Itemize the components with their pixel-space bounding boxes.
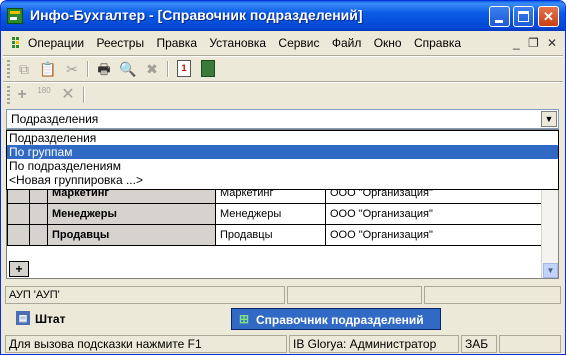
status-mode: ЗАБ — [461, 335, 497, 353]
main-toolbar: ⧉ 📋 ✂ 🖶 🔍 ✖ 1 — [3, 57, 563, 81]
remove-icon[interactable]: ✕ — [59, 86, 77, 104]
cut-icon[interactable]: ✂ — [63, 60, 81, 78]
menu-setup[interactable]: Установка — [209, 36, 266, 50]
table-row[interactable]: Продавцы Продавцы ООО "Организация" — [7, 224, 551, 246]
app-icon[interactable] — [7, 8, 23, 24]
info-current: АУП 'АУП' — [5, 286, 285, 304]
menu-window[interactable]: Окно — [374, 36, 402, 50]
department-organization[interactable]: ООО "Организация" — [325, 224, 551, 246]
info-bar: АУП 'АУП' — [3, 286, 563, 304]
status-user: IB Glorya: Администратор — [289, 335, 459, 353]
status-empty — [499, 335, 561, 353]
toolbar-separator — [87, 61, 89, 77]
menu-help[interactable]: Справка — [414, 36, 461, 50]
status-hint: Для вызова подсказки нажмите F1 — [5, 335, 287, 353]
toolbar-separator — [83, 87, 85, 103]
row-indicator — [29, 224, 48, 246]
paste-icon[interactable]: 📋 — [39, 60, 57, 78]
calendar-icon[interactable]: 1 — [177, 60, 191, 77]
menu-app-icon[interactable] — [12, 37, 21, 49]
department-organization[interactable]: ООО "Организация" — [325, 203, 551, 225]
task-directory-label: Справочник подразделений — [256, 313, 424, 327]
department-short-name[interactable]: Менеджеры — [215, 203, 326, 225]
menu-service[interactable]: Сервис — [278, 36, 319, 50]
department-short-name[interactable]: Продавцы — [215, 224, 326, 246]
app-window: Инфо-Бухгалтер - [Справочник подразделен… — [0, 0, 566, 355]
minimize-icon — [495, 20, 503, 23]
row-selector[interactable] — [7, 203, 30, 225]
menu-file[interactable]: Файл — [332, 36, 362, 50]
preview-icon[interactable]: 🔍 — [119, 60, 137, 78]
grouping-select-value: Подразделения — [11, 112, 99, 126]
task-directory[interactable]: ⊞ Справочник подразделений — [231, 308, 441, 330]
mdi-minimize-button[interactable]: _ — [513, 36, 520, 50]
task-shtat[interactable]: ▤ Штат — [11, 308, 211, 330]
row-selector[interactable] — [7, 224, 30, 246]
toolbar-grip[interactable] — [7, 60, 10, 78]
grouping-option[interactable]: По группам — [7, 145, 558, 159]
number-icon[interactable]: 180 — [35, 86, 53, 104]
info-empty — [424, 286, 561, 304]
grouping-select[interactable]: Подразделения ▼ — [6, 109, 559, 129]
toolbar-separator — [167, 61, 169, 77]
grouping-option[interactable]: <Новая группировка ...> — [7, 173, 558, 187]
menu-registers[interactable]: Реестры — [96, 36, 144, 50]
copy-icon[interactable]: ⧉ — [15, 60, 33, 78]
toolbar-grip[interactable] — [7, 86, 10, 104]
menu-bar: Операции Реестры Правка Установка Сервис… — [3, 32, 563, 54]
scroll-down-icon[interactable]: ▼ — [543, 263, 558, 278]
close-button[interactable]: ✕ — [538, 6, 559, 27]
window-title: Инфо-Бухгалтер - [Справочник подразделен… — [30, 7, 363, 23]
task-shtat-label: Штат — [35, 312, 66, 326]
delete-icon[interactable]: ✖ — [143, 60, 161, 78]
menu-edit[interactable]: Правка — [156, 36, 197, 50]
row-indicator — [29, 203, 48, 225]
title-bar[interactable]: Инфо-Бухгалтер - [Справочник подразделен… — [1, 1, 565, 31]
grid-toolbar: + 180 ✕ — [3, 83, 563, 107]
maximize-button[interactable] — [513, 6, 534, 27]
add-icon[interactable]: + — [13, 86, 31, 104]
grouping-dropdown-list: Подразделения По группам По подразделени… — [6, 130, 559, 190]
grouping-option[interactable]: Подразделения — [7, 131, 558, 145]
minimize-button[interactable] — [489, 6, 510, 27]
menu-operations[interactable]: Операции — [28, 36, 84, 50]
department-name[interactable]: Менеджеры — [47, 203, 216, 225]
department-name[interactable]: Продавцы — [47, 224, 216, 246]
window-switcher: ▤ Штат ⊞ Справочник подразделений — [3, 306, 563, 332]
status-bar: Для вызова подсказки нажмите F1 IB Glory… — [3, 334, 563, 354]
grouping-option[interactable]: По подразделениям — [7, 159, 558, 173]
close-icon: ✕ — [543, 9, 554, 24]
maximize-icon — [518, 11, 529, 22]
calculator-icon[interactable] — [201, 60, 215, 77]
staff-icon: ▤ — [16, 311, 30, 325]
chevron-down-icon[interactable]: ▼ — [541, 111, 557, 127]
add-row-button[interactable]: + — [9, 261, 29, 277]
print-icon[interactable]: 🖶 — [95, 60, 113, 78]
info-empty — [287, 286, 422, 304]
tree-icon: ⊞ — [238, 312, 250, 326]
mdi-close-button[interactable]: ✕ — [547, 36, 557, 50]
table-row[interactable]: Менеджеры Менеджеры ООО "Организация" — [7, 203, 551, 225]
mdi-restore-button[interactable]: ❐ — [528, 36, 539, 50]
